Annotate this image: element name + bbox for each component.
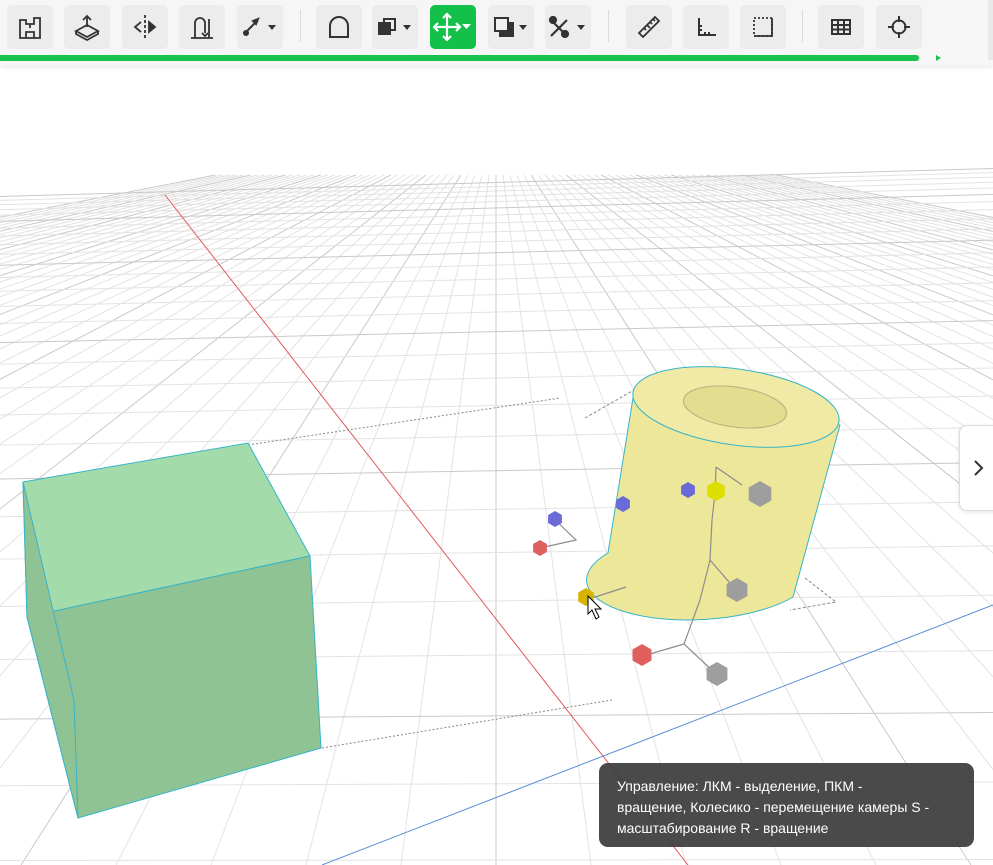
selection-outline xyxy=(321,699,613,749)
grid-table-button[interactable] xyxy=(818,5,864,49)
grid-table-icon xyxy=(831,19,851,35)
copy-dropdown-button[interactable] xyxy=(488,5,534,49)
brush-dropdown-button[interactable] xyxy=(237,5,283,49)
building-icon xyxy=(19,17,41,39)
scale-handle[interactable] xyxy=(706,662,728,686)
x-move-handle[interactable] xyxy=(632,644,652,666)
corner-angle-icon xyxy=(698,18,716,36)
frame-button[interactable] xyxy=(740,5,786,49)
tools-dropdown-button[interactable] xyxy=(545,5,591,49)
mirror-icon xyxy=(133,15,157,39)
building-tool-button[interactable] xyxy=(7,5,53,49)
brush-dropdown-icon xyxy=(243,17,276,36)
copy-dropdown-icon xyxy=(494,17,527,37)
fillet-icon xyxy=(329,16,349,38)
x-axis-handle[interactable] xyxy=(533,540,547,556)
tooltip-line: масштабирование R - вращение xyxy=(617,820,829,836)
move-dropdown-button[interactable] xyxy=(430,5,476,49)
progress-marker xyxy=(936,55,941,61)
boolean-dropdown-button[interactable] xyxy=(372,5,418,49)
cube-object[interactable] xyxy=(22,442,322,819)
chevron-right-icon xyxy=(974,460,984,476)
sweep-icon xyxy=(191,17,213,39)
grid-line xyxy=(400,174,490,865)
tools-dropdown-icon xyxy=(548,15,585,39)
toolbar-separator xyxy=(608,10,609,42)
crosshair-button[interactable] xyxy=(876,5,922,49)
toolbar-separator xyxy=(802,10,803,42)
sweep-button[interactable] xyxy=(179,5,225,49)
progress-bar xyxy=(0,55,919,61)
grid-line xyxy=(305,174,483,865)
extrude-plane-icon xyxy=(74,14,100,41)
fillet-button[interactable] xyxy=(316,5,362,49)
toolbar-separator xyxy=(300,10,301,42)
mirror-button[interactable] xyxy=(122,5,168,49)
crosshair-icon xyxy=(888,16,910,38)
tooltip-line: Управление: ЛКМ - выделение, ПКМ - xyxy=(617,778,863,794)
tooltip-line: вращение, Колесико - перемещение камеры … xyxy=(617,799,930,815)
ruler-button[interactable] xyxy=(626,5,672,49)
corner-angle-button[interactable] xyxy=(683,5,729,49)
side-panel-toggle[interactable] xyxy=(959,425,993,511)
ruler-icon xyxy=(637,15,661,39)
main-toolbar xyxy=(0,0,993,66)
grid-line xyxy=(0,859,993,861)
frame-icon xyxy=(753,17,773,37)
right-panel-edge xyxy=(988,0,993,60)
boolean-dropdown-icon xyxy=(378,18,411,35)
controls-hint-tooltip: Управление: ЛКМ - выделение, ПКМ - враще… xyxy=(599,763,974,847)
extrude-plane-button[interactable] xyxy=(64,5,110,49)
3d-viewport[interactable] xyxy=(0,66,993,865)
move-dropdown-icon xyxy=(433,12,471,42)
